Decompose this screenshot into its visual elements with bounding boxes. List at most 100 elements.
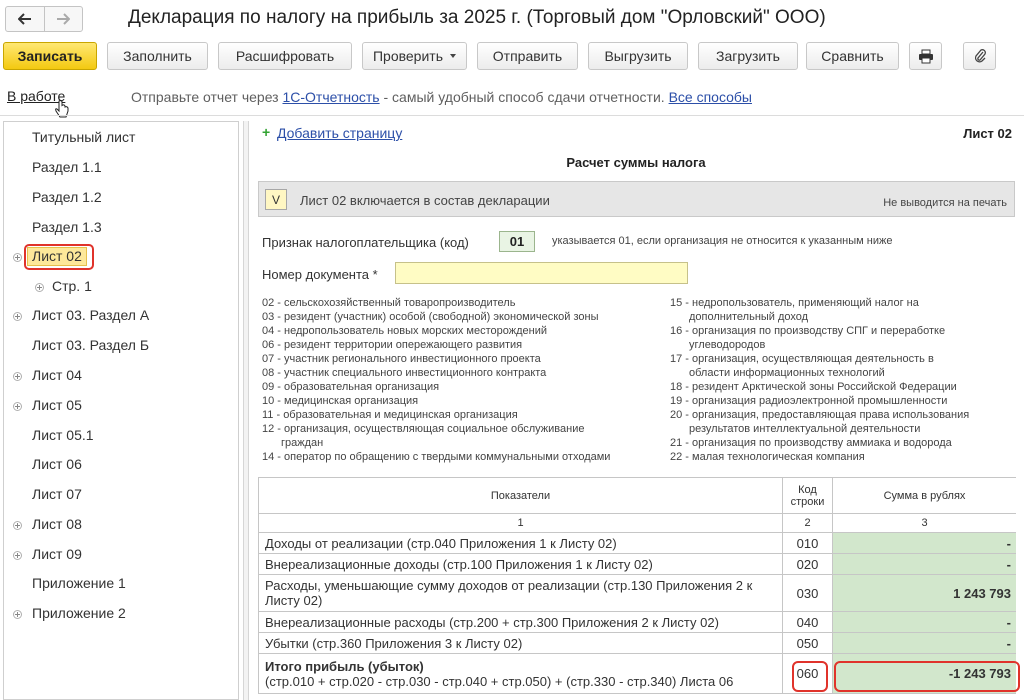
send-report-info: Отправьте отчет через 1С-Отчетность - са… <box>131 89 752 105</box>
expand-icon[interactable] <box>13 372 22 381</box>
col-header-code: Код строки <box>782 477 833 514</box>
save-button[interactable]: Записать <box>3 42 97 70</box>
code-item: 17 - организация, осуществляющая деятель… <box>670 353 934 365</box>
attach-button[interactable] <box>963 42 996 70</box>
code-cell: 020 <box>782 553 833 575</box>
sum-cell[interactable]: - <box>832 632 1016 654</box>
tree-item-sheet-08[interactable]: Лист 08 <box>32 516 82 532</box>
print-button[interactable] <box>909 42 942 70</box>
code-item: 10 - медицинская организация <box>262 395 419 407</box>
fill-button[interactable]: Заполнить <box>107 42 208 70</box>
tree-item-sheet-05[interactable]: Лист 05 <box>32 397 82 413</box>
tree-item-title-sheet[interactable]: Титульный лист <box>32 129 135 145</box>
tree-item-appendix-2[interactable]: Приложение 2 <box>32 605 126 621</box>
highlight-total-sum <box>834 661 1020 692</box>
include-checkbox[interactable]: V <box>265 189 287 210</box>
tree-item-sheet-07[interactable]: Лист 07 <box>32 486 82 502</box>
code-item: 18 - резидент Арктической зоны Российско… <box>670 381 957 393</box>
indicator-cell: Убытки (стр.360 Приложения 3 к Листу 02) <box>258 632 783 654</box>
sum-cell[interactable]: - <box>832 532 1016 554</box>
code-item: 22 - малая технологическая компания <box>670 451 865 463</box>
codes-right-list: 15 - недропользователь, применяющий нало… <box>670 296 969 464</box>
code-item: 04 - недропользователь новых морских мес… <box>262 325 547 337</box>
back-button[interactable] <box>6 7 44 31</box>
expand-icon[interactable] <box>13 610 22 619</box>
send-button[interactable]: Отправить <box>477 42 578 70</box>
hand-cursor-icon <box>54 100 70 123</box>
indicator-cell: Внереализационные доходы (стр.100 Прилож… <box>258 553 783 575</box>
code-item: граждан <box>281 437 324 449</box>
expand-icon[interactable] <box>35 283 44 292</box>
code-item: результатов интеллектуальной деятельност… <box>689 423 921 435</box>
codes-left-list: 02 - сельскохозяйственный товаропроизвод… <box>262 296 610 464</box>
col-header-code-line2: строки <box>790 495 825 508</box>
code-cell: 030 <box>782 574 833 612</box>
info-prefix: Отправьте отчет через <box>131 89 283 105</box>
tree-item-appendix-1[interactable]: Приложение 1 <box>32 575 126 591</box>
tree-item-sheet-05-1[interactable]: Лист 05.1 <box>32 427 94 443</box>
compare-button[interactable]: Сравнить <box>806 42 899 70</box>
code-item: углеводородов <box>689 339 766 351</box>
tree-item-sheet-03-a[interactable]: Лист 03. Раздел А <box>32 307 149 323</box>
import-button[interactable]: Загрузить <box>698 42 798 70</box>
highlight-code-060 <box>792 661 828 692</box>
info-middle: - самый удобный способ сдачи отчетности. <box>379 89 669 105</box>
code-item: 09 - образовательная организация <box>262 381 440 393</box>
history-nav <box>5 6 83 32</box>
code-item: области информационных технологий <box>689 367 885 379</box>
sum-cell[interactable]: - <box>832 553 1016 575</box>
check-button-label: Проверить <box>372 48 443 64</box>
1c-reporting-link[interactable]: 1С-Отчетность <box>282 89 379 105</box>
tree-item-sheet-09[interactable]: Лист 09 <box>32 546 82 562</box>
print-note: Не выводится на печать <box>883 197 1007 209</box>
sum-cell[interactable]: - <box>832 611 1016 633</box>
sum-cell[interactable]: 1 243 793 <box>832 574 1016 612</box>
sheet-name: Лист 02 <box>963 126 1012 141</box>
add-page-link[interactable]: Добавить страницу <box>277 125 402 141</box>
code-item: 11 - образовательная и медицинская орган… <box>262 409 518 421</box>
docnum-input[interactable] <box>395 262 688 284</box>
tree-item-sheet-06[interactable]: Лист 06 <box>32 456 82 472</box>
taxpayer-code-hint: указывается 01, если организация не отно… <box>552 235 893 247</box>
tree-item-section-1-2[interactable]: Раздел 1.2 <box>32 189 102 205</box>
table-row: Расходы, уменьшающие сумму доходов от ре… <box>258 574 1016 612</box>
code-item: 20 - организация, предоставляющая права … <box>670 409 970 421</box>
col-header-indicator: Показатели <box>258 477 783 514</box>
col-header-code-line1: Код <box>798 483 817 496</box>
taxpayer-code-label: Признак налогоплательщика (код) <box>262 235 469 250</box>
table-row: Убытки (стр.360 Приложения 3 к Листу 02)… <box>258 632 1016 654</box>
tree-item-sheet-04[interactable]: Лист 04 <box>32 367 82 383</box>
col-number-3: 3 <box>832 513 1016 533</box>
decode-button[interactable]: Расшифровать <box>218 42 352 70</box>
check-button[interactable]: Проверить <box>362 42 467 70</box>
table-row: Внереализационные доходы (стр.100 Прилож… <box>258 553 1016 575</box>
code-item: 06 - резидент территории опережающего ра… <box>262 339 523 351</box>
tree-item-sheet-02[interactable]: Лист 02 <box>32 248 82 264</box>
code-item: 07 - участник регионального инвестиционн… <box>262 353 541 365</box>
col-number-1: 1 <box>258 513 783 533</box>
export-button[interactable]: Выгрузить <box>588 42 688 70</box>
expand-icon[interactable] <box>13 312 22 321</box>
divider <box>0 115 1024 116</box>
tree-item-section-1-3[interactable]: Раздел 1.3 <box>32 219 102 235</box>
total-indicator-cell: Итого прибыль (убыток) (стр.010 + стр.02… <box>258 653 783 694</box>
include-label: Лист 02 включается в состав декларации <box>300 193 550 208</box>
code-item: 15 - недропользователь, применяющий нало… <box>670 297 919 309</box>
forward-button[interactable] <box>43 7 83 31</box>
window-title: Декларация по налогу на прибыль за 2025 … <box>128 7 826 28</box>
tree-item-page-1[interactable]: Стр. 1 <box>52 278 92 294</box>
tree-item-section-1-1[interactable]: Раздел 1.1 <box>32 159 102 175</box>
taxpayer-code-field[interactable]: 01 <box>499 231 535 252</box>
code-item: 08 - участник специального инвестиционно… <box>262 367 547 379</box>
arrow-right-icon <box>57 13 71 25</box>
expand-icon[interactable] <box>13 521 22 530</box>
expand-icon[interactable] <box>13 551 22 560</box>
printer-icon <box>918 49 933 63</box>
chevron-down-icon <box>450 54 456 58</box>
expand-icon[interactable] <box>13 253 22 262</box>
tree-item-sheet-03-b[interactable]: Лист 03. Раздел Б <box>32 337 149 353</box>
panel-splitter[interactable] <box>243 121 249 700</box>
expand-icon[interactable] <box>13 402 22 411</box>
code-cell: 050 <box>782 632 833 654</box>
all-methods-link[interactable]: Все способы <box>669 89 752 105</box>
